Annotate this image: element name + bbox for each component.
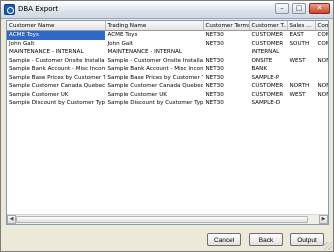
back-button[interactable]: Back: [249, 233, 283, 246]
maximize-icon: □: [295, 4, 303, 12]
table-cell: NON: [317, 83, 329, 90]
table-cell: SAMPLE-P: [251, 74, 280, 81]
table-cell: Sample - Customer Onsite Installation: [9, 57, 105, 64]
column-header[interactable]: Com: [315, 21, 328, 31]
table-row[interactable]: ACME ToysACME Toys NET30 CUSTOMER EAST COM: [7, 30, 329, 40]
cancel-label: Cancel: [214, 237, 235, 244]
cancel-button[interactable]: Cancel: [207, 233, 241, 246]
table-cell: [203, 48, 249, 57]
output-label: Output: [297, 237, 317, 244]
column-header[interactable]: Customer Terms: [203, 21, 250, 31]
back-label: Back: [258, 237, 274, 244]
table-cell: [315, 99, 328, 108]
scroll-left-button[interactable]: ◀: [7, 215, 16, 224]
export-grid[interactable]: Customer Name Trading Name Customer Terms C…: [6, 20, 329, 225]
table-cell: Sample Discount by Customer Type: [9, 100, 105, 107]
grid-body: ACME ToysACME ToysNET30CUSTOMEREASTCOMJo…: [7, 30, 329, 108]
export-table: Customer Name Trading Name Customer Terms C…: [7, 21, 329, 108]
column-header[interactable]: Trading Name: [105, 21, 204, 31]
table-cell: BANK: [251, 66, 268, 73]
table-cell: Sample Bank Account - Misc Income: [9, 66, 105, 73]
table-cell: [315, 65, 328, 74]
table-cell: John Galt: [107, 40, 133, 47]
table-cell: ONSITE: [251, 57, 273, 64]
table-cell: CUSTOMER: [251, 32, 284, 39]
table-cell: COM: [317, 32, 329, 39]
title-bar[interactable]: DBA Export – □ ✕: [1, 1, 333, 19]
table-cell: Sample Base Prices by Customer Type: [107, 74, 203, 81]
table-row[interactable]: John Galt John Galt NET30 CUSTOMER SOUTH COM: [7, 40, 329, 49]
table-cell: [287, 48, 315, 57]
minimize-button[interactable]: –: [275, 3, 289, 14]
table-cell: Sample Customer Canada Quebec: [9, 83, 105, 90]
table-cell: WEST: [289, 57, 306, 64]
table-cell: NET30: [205, 32, 224, 39]
table-row[interactable]: MAINTENANCE - INTERNAL MAINTENANCE - INTE…: [7, 48, 328, 57]
table-cell: Sample Customer UK: [107, 91, 167, 98]
table-cell: NET30: [205, 57, 224, 64]
scroll-right-button[interactable]: ▶: [319, 215, 328, 224]
column-header[interactable]: Customer T...: [249, 21, 288, 31]
table-cell: MAINTENANCE - INTERNAL: [9, 49, 84, 56]
output-button[interactable]: Output: [290, 233, 324, 246]
table-cell: EAST: [289, 32, 304, 39]
close-button[interactable]: ✕: [309, 3, 330, 14]
table-cell: NET30: [205, 100, 224, 107]
window-title: DBA Export: [18, 5, 59, 13]
table-cell: Sample Base Prices by Customer Type: [9, 74, 104, 81]
column-header[interactable]: Sales ...: [287, 21, 316, 31]
table-cell: Sample - Customer Onsite Installation: [107, 57, 203, 64]
minimize-icon: –: [280, 4, 284, 12]
table-row[interactable]: Sample - Customer Onsite Installation Sam…: [7, 57, 329, 66]
table-cell: CUSTOMER: [251, 40, 284, 47]
table-cell: Sample Customer UK: [9, 91, 69, 98]
column-header[interactable]: Customer Name: [7, 21, 106, 31]
arrow-right-icon: ▶: [321, 216, 326, 222]
table-cell: Sample Discount by Customer Type: [107, 100, 203, 107]
table-cell: NON: [317, 91, 329, 98]
table-cell: [315, 48, 328, 57]
table-cell: NET30: [205, 91, 224, 98]
table-row[interactable]: Sample Base Prices by Customer TypeSampl…: [7, 74, 328, 83]
table-cell: Sample Bank Account - Misc Income: [107, 66, 203, 73]
table-cell: NORTH: [289, 83, 310, 90]
table-cell: CUSTOMER: [251, 91, 284, 98]
table-cell: MAINTENANCE - INTERNAL: [107, 49, 182, 56]
table-row[interactable]: Sample Bank Account - Misc Income Sample …: [7, 65, 328, 74]
table-cell: NET30: [205, 74, 224, 81]
table-cell: John Galt: [9, 40, 35, 47]
table-cell: NET30: [205, 40, 224, 47]
table-cell: Sample Customer Canada Quebec: [107, 83, 203, 90]
table-cell: COM: [317, 40, 329, 47]
table-cell: NET30: [205, 83, 224, 90]
table-cell: NON: [317, 57, 329, 64]
table-cell: [287, 65, 315, 74]
table-cell: CUSTOMER: [251, 83, 284, 90]
table-row[interactable]: Sample Discount by Customer Type Sample D…: [7, 99, 328, 108]
table-cell: ACME Toys: [107, 32, 138, 39]
table-cell: ACME Toys: [7, 30, 105, 40]
table-cell: SAMPLE-D: [251, 100, 281, 107]
header-row: Customer Name Trading Name Customer Terms C…: [7, 21, 328, 31]
table-cell: SOUTH: [289, 40, 310, 47]
table-cell: WEST: [289, 91, 306, 98]
dba-app-icon[interactable]: [4, 4, 15, 15]
table-cell: [315, 74, 328, 83]
horizontal-scrollbar[interactable]: ◀ ▶: [7, 214, 328, 224]
table-cell: NET30: [205, 66, 224, 73]
table-cell: [287, 74, 315, 83]
table-cell: INTERNAL: [251, 49, 280, 56]
dba-export-window: DBA Export – □ ✕ Customer Name Trading Na…: [0, 0, 334, 252]
close-icon: ✕: [316, 4, 323, 12]
maximize-button[interactable]: □: [292, 3, 306, 14]
scroll-thumb[interactable]: [16, 216, 308, 223]
resize-grip-icon[interactable]: [324, 242, 332, 250]
table-cell: [287, 99, 315, 108]
table-row[interactable]: Sample Customer Canada Quebec Sample Cust…: [7, 82, 329, 91]
table-row[interactable]: Sample Customer UK Sample Customer UK NET3…: [7, 91, 329, 100]
arrow-left-icon: ◀: [9, 216, 14, 222]
